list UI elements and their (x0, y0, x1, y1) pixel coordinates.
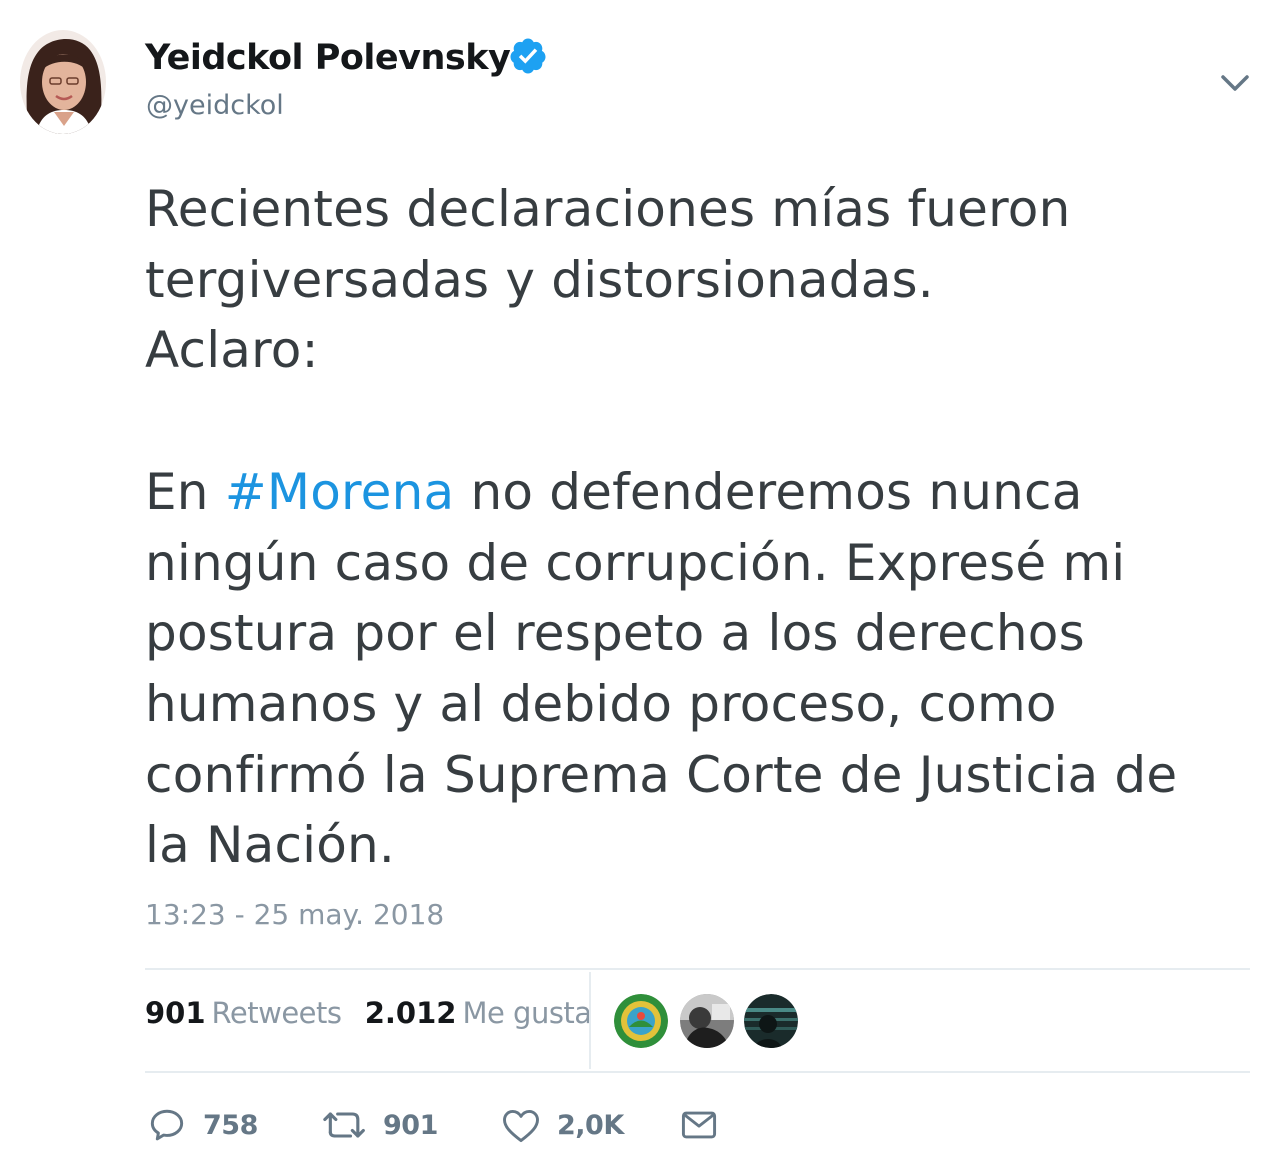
tweet-line-suffix: no defenderemos nunca (454, 462, 1083, 521)
tweet-line: humanos y al debido proceso, como (145, 674, 1057, 733)
author-avatar[interactable] (20, 30, 106, 134)
like-count: 2,0K (557, 1109, 624, 1141)
tweet-card: Yeidckol Polevnsky @yeidckol Recientes d… (0, 0, 1280, 1171)
direct-message-button[interactable] (677, 1103, 721, 1147)
liker-avatar[interactable] (680, 994, 734, 1048)
tweet-stats: 901 Retweets 2.012 Me gusta (145, 996, 606, 1030)
author-handle[interactable]: @yeidckol (146, 90, 284, 121)
liker-avatar[interactable] (614, 994, 668, 1048)
tweet-line-prefix: En (145, 462, 225, 521)
tweet-line-with-hashtag: En #Morena no defenderemos nunca (145, 457, 1265, 528)
liker-avatar[interactable] (744, 994, 798, 1048)
tweet-line: postura por el respeto a los derechos (145, 604, 1085, 663)
envelope-icon (677, 1103, 721, 1147)
retweet-button[interactable]: 901 (321, 1103, 438, 1147)
like-button[interactable]: 2,0K (499, 1103, 624, 1147)
divider (145, 1071, 1250, 1073)
tweet-line: confirmó la Suprema Corte de Justicia de (145, 745, 1178, 804)
verified-badge-icon (508, 36, 548, 76)
tweet-line: la Nación. (145, 816, 396, 875)
avatar-image (20, 30, 106, 134)
likes-count: 2.012 (364, 996, 457, 1030)
tweet-line: tergiversadas y distorsionadas. (145, 250, 934, 309)
stats-divider (589, 972, 591, 1069)
retweets-stat[interactable]: 901 Retweets (145, 996, 342, 1030)
retweet-count: 901 (383, 1109, 438, 1141)
tweet-line: Recientes declaraciones mías fueron (145, 180, 1071, 238)
reply-count: 758 (203, 1109, 258, 1141)
heart-icon (499, 1103, 543, 1147)
tweet-line: Aclaro: (145, 321, 319, 380)
retweet-icon (321, 1103, 369, 1147)
tweet-text: Recientes declaraciones mías fueron terg… (145, 174, 1265, 881)
tweet-line: ningún caso de corrupción. Expresé mi (145, 533, 1126, 592)
retweets-count: 901 (145, 996, 206, 1030)
tweet-timestamp[interactable]: 13:23 - 25 may. 2018 (145, 898, 444, 931)
author-name[interactable]: Yeidckol Polevnsky (145, 38, 511, 78)
likes-label: Me gusta (462, 996, 592, 1030)
divider (145, 968, 1250, 970)
likes-stat[interactable]: 2.012 Me gusta (365, 996, 592, 1030)
reply-icon (145, 1103, 189, 1147)
chevron-down-icon[interactable] (1214, 66, 1256, 100)
retweets-label: Retweets (211, 996, 342, 1030)
hashtag-link[interactable]: #Morena (225, 463, 455, 521)
reply-button[interactable]: 758 (145, 1103, 258, 1147)
